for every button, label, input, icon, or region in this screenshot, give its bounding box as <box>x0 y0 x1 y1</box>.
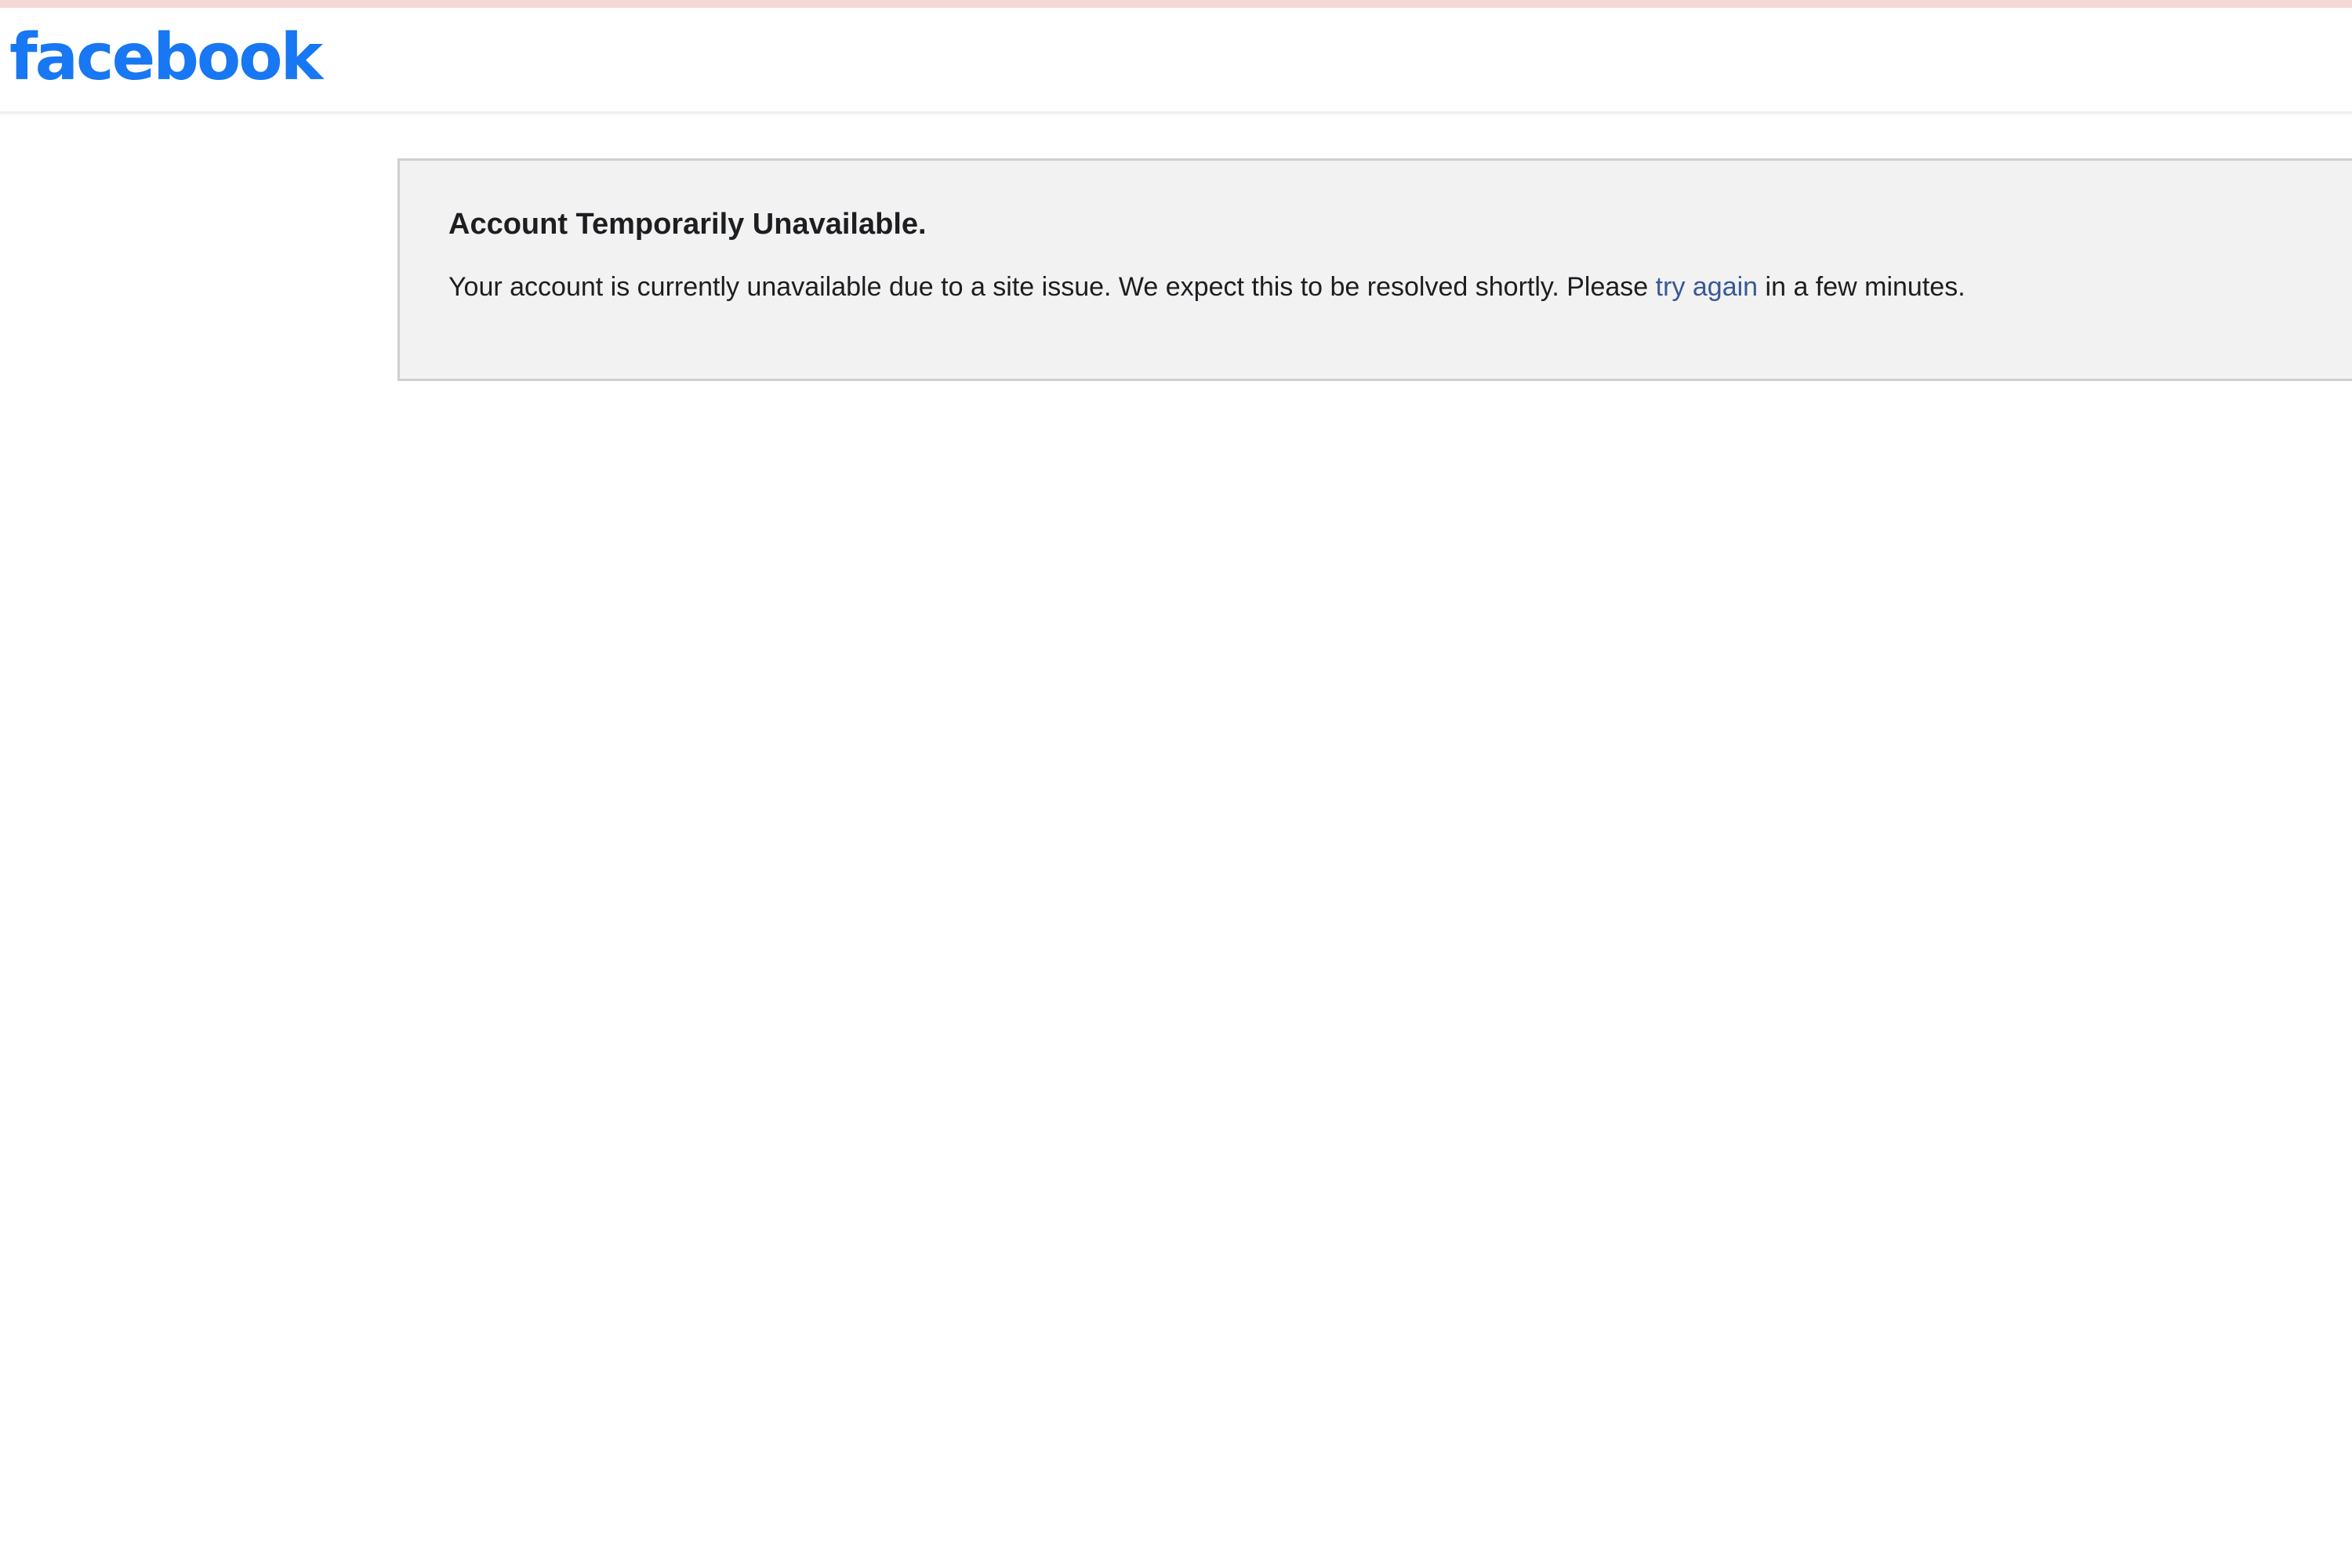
notice-message: Your account is currently unavailable du… <box>448 272 1965 303</box>
top-accent-stripe <box>0 0 2352 8</box>
notice-message-text: Your account is currently unavailable du… <box>448 272 1649 302</box>
try-again-link[interactable]: try again <box>1656 272 1758 302</box>
facebook-logo[interactable]: facebook <box>9 19 323 97</box>
notice-message-suffix: in a few minutes. <box>1765 272 1965 302</box>
error-notice-box: Account Temporarily Unavailable. Your ac… <box>397 158 2352 381</box>
notice-title: Account Temporarily Unavailable. <box>448 208 927 241</box>
header-bar: facebook <box>0 8 2352 114</box>
